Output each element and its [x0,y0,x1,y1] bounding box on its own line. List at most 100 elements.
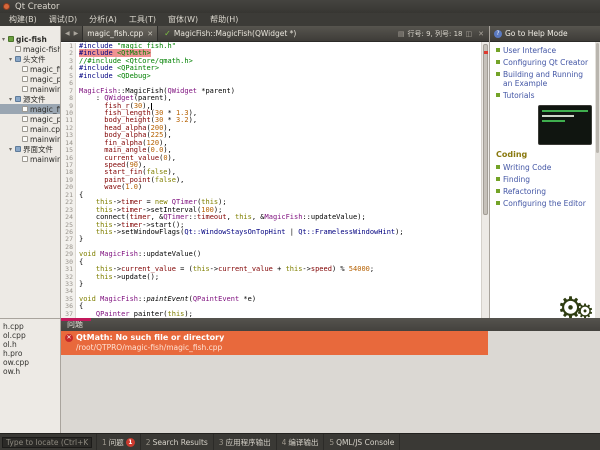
help-coding-links: Writing Code Finding Refactoring Configurin… [496,163,592,208]
code-line[interactable]: 35void MagicFish::paintEvent(QPaintEvent… [61,296,481,303]
code-token: paintEvent [146,295,188,303]
outline-icon[interactable]: ▤ [398,30,405,38]
tree-item[interactable]: main.cpp [0,124,60,134]
menu-item-2[interactable]: 分析(A) [83,13,123,26]
help-scrollbar[interactable] [595,42,600,318]
code-line[interactable]: 27} [61,236,481,243]
file-icon [15,46,21,52]
help-top-link-row: User Interface [496,46,592,55]
file-icon [22,86,28,92]
editor-tab-magic-fish-cpp[interactable]: magic_fish.cpp ✕ [82,26,158,42]
tree-item[interactable]: ▾头文件 [0,54,60,64]
close-editor-icon[interactable]: ✕ [478,30,484,38]
open-document-item[interactable]: ow.h [0,367,60,376]
tree-item[interactable]: magic_fish.cpp [0,104,60,114]
help-thumbnail-image[interactable] [538,105,592,145]
menu-item-1[interactable]: 调试(D) [43,13,83,26]
split-editor-icon[interactable]: ◫ [466,30,473,38]
output-pane-3[interactable]: 3应用程序输出 [213,434,276,450]
code-token: ::updateValue() [138,250,201,258]
code-line[interactable]: 33} [61,281,481,288]
menu-item-0[interactable]: 构建(B) [3,13,43,26]
menu-item-4[interactable]: 窗体(W) [162,13,204,26]
issues-panel-header: 问题 [61,318,600,331]
file-icon [22,106,28,112]
close-button[interactable] [3,3,10,10]
issue-file-path: /root/QTPRO/magic-fish/magic_fish.cpp [61,343,488,352]
tree-item[interactable]: ▾界面文件 [0,144,60,154]
code-token: -> [302,265,310,273]
code-token: this [96,273,113,281]
locator-input[interactable] [2,437,92,448]
code-token: *parent) [197,87,235,95]
tab-close-icon[interactable]: ✕ [147,30,153,38]
help-top-link-1[interactable]: Configuring Qt Creator [503,58,588,67]
code-line[interactable]: 32 this->update(); [61,274,481,281]
tree-item-label: mainwindow.cpp [30,135,60,144]
back-icon[interactable]: ◀ [63,30,72,37]
code-token: ) [138,183,142,191]
code-line-content: this->update(); [79,274,159,281]
open-document-item[interactable]: h.cpp [0,322,60,331]
scrollbar-thumb[interactable] [483,44,488,215]
code-line[interactable]: 37 QPainter painter(this); [61,311,481,318]
pane-number: 4 [282,438,287,447]
help-coding-link-3[interactable]: Configuring the Editor [503,199,586,208]
tree-item-label: mainwindow.ui [30,155,60,164]
project-tree-panel: ▾gic-fishmagic-fish.pro▾头文件magic_fish.hm… [0,26,61,318]
tree-item[interactable]: magic_pool.cpp [0,114,60,124]
tree-item[interactable]: mainwindow.cpp [0,134,60,144]
code-token: + [273,265,286,273]
tree-item-label: magic_pool.h [30,75,60,84]
open-document-item[interactable]: ol.h [0,340,60,349]
menu-item-3[interactable]: 工具(T) [123,13,162,26]
help-coding-link-2[interactable]: Refactoring [503,187,546,196]
symbol-dropdown[interactable]: MagicFish::MagicFish(QWidget *) [174,29,296,38]
issues-panel-title: 问题 [67,320,83,329]
code-line[interactable]: 26 this->setWindowFlags(Qt::WindowStaysO… [61,229,481,236]
help-top-link-3[interactable]: Tutorials [503,91,534,100]
open-document-item[interactable]: ol.cpp [0,331,60,340]
code-token: ; [370,265,374,273]
menu-item-5[interactable]: 帮助(H) [204,13,244,26]
help-top-link-2[interactable]: Building and Running an Example [503,70,592,88]
code-line[interactable]: 20 wave(1.0) [61,184,481,191]
pane-label: Search Results [153,438,208,447]
output-pane-1[interactable]: 1问题1 [96,434,140,450]
tree-item[interactable]: ▾源文件 [0,94,60,104]
help-scrollbar-thumb[interactable] [596,43,599,153]
open-document-item[interactable]: h.pro [0,349,60,358]
help-top-link-0[interactable]: User Interface [503,46,556,55]
folder-icon [15,56,21,62]
bullet-icon [496,60,500,64]
help-coding-link-0[interactable]: Writing Code [503,163,551,172]
code-token: this [286,265,303,273]
pane-number: 5 [329,438,334,447]
tree-item[interactable]: mainwindow.h [0,84,60,94]
forward-icon[interactable]: ▶ [72,30,81,37]
help-coding-link-1[interactable]: Finding [503,175,530,184]
bullet-icon [496,201,500,205]
pane-label: 问题 [109,437,124,448]
code-line[interactable]: 29void MagicFish::updateValue() [61,251,481,258]
tree-item[interactable]: magic_fish.h [0,64,60,74]
output-pane-4[interactable]: 4编译输出 [276,434,324,450]
help-header[interactable]: ? Go to Help Mode [490,26,600,42]
code-line-content: } [79,236,83,243]
output-pane-2[interactable]: 2Search Results [140,434,213,450]
code-line-content: wave(1.0) [79,184,142,191]
pane-number: 2 [146,438,151,447]
code-token: 1.0 [125,183,138,191]
tree-item[interactable]: ▾gic-fish [0,34,60,44]
code-line[interactable]: 5#include <QDebug> [61,73,481,80]
editor-scrollbar[interactable] [481,42,489,318]
tree-item[interactable]: magic-fish.pro [0,44,60,54]
tree-item[interactable]: mainwindow.ui [0,154,60,164]
code-line-content: #include <QDebug> [79,73,151,80]
code-token: painter( [130,310,168,318]
output-pane-5[interactable]: 5QML/JS Console [323,434,400,450]
code-area[interactable]: 1#include "magic_fish.h"2#include <QtMat… [61,42,489,318]
open-document-item[interactable]: ow.cpp [0,358,60,367]
tree-item[interactable]: magic_pool.h [0,74,60,84]
issue-entry[interactable]: ✕ QtMath: No such file or directory /roo… [61,331,488,355]
